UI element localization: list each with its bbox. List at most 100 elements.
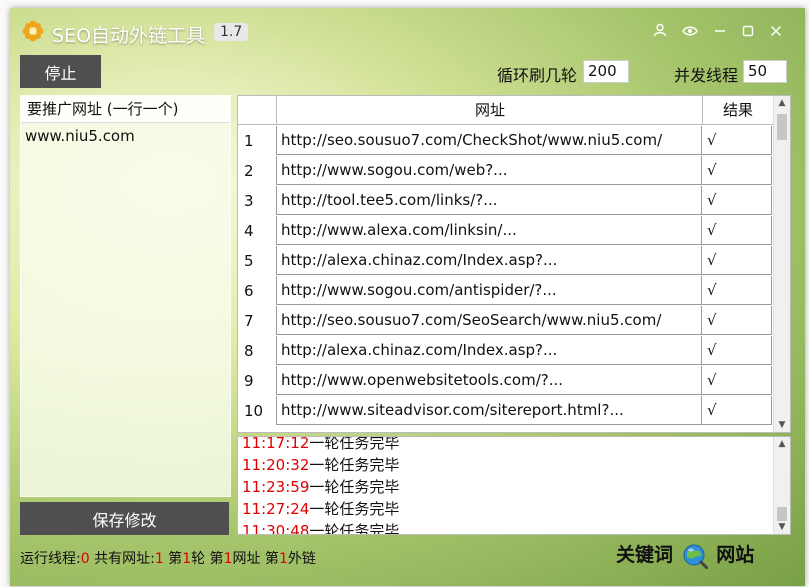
log-line: 11:30:48一轮任务完毕	[242, 520, 400, 535]
table-row[interactable]: 9 http://www.openwebsitetools.com/?... √	[238, 366, 774, 396]
row-result: √	[702, 306, 772, 335]
row-url: http://seo.sousuo7.com/SeoSearch/www.niu…	[276, 306, 702, 335]
url-list-textarea[interactable]: www.niu5.com	[21, 123, 230, 149]
log-message: 一轮任务完毕	[309, 522, 400, 535]
row-url: http://www.sogou.com/web?...	[276, 156, 702, 185]
log-message: 一轮任务完毕	[309, 478, 400, 496]
url-table: 网址 结果 1 http://seo.sousuo7.com/CheckShot…	[237, 95, 791, 433]
globe-icon	[683, 544, 708, 569]
thread-count-input[interactable]: 50	[743, 60, 787, 83]
status-link-value: 1	[278, 551, 288, 567]
loop-count-label: 循环刷几轮	[497, 66, 578, 85]
url-list-header: 要推广网址 (一行一个)	[21, 96, 230, 123]
log-message: 一轮任务完毕	[309, 436, 400, 452]
row-url: http://tool.tee5.com/links/?...	[276, 186, 702, 215]
log-line: 11:23:59一轮任务完毕	[242, 476, 399, 497]
table-row[interactable]: 1 http://seo.sousuo7.com/CheckShot/www.n…	[238, 126, 774, 156]
log-message: 一轮任务完毕	[309, 456, 400, 474]
user-icon[interactable]	[650, 22, 670, 42]
status-bar: 运行线程:0 共有网址:1 第1轮 第1网址 第1外链	[20, 548, 316, 568]
row-result: √	[702, 186, 772, 215]
row-url: http://alexa.chinaz.com/Index.asp?...	[276, 246, 702, 275]
close-icon[interactable]	[766, 22, 786, 42]
title-bar: SEO自动外链工具 1.7	[10, 8, 805, 54]
app-window: SEO自动外链工具 1.7 停止 循环刷几轮 200 并发线程 50 要推广网址…	[10, 8, 805, 586]
log-time: 11:20:32	[242, 456, 310, 474]
table-row[interactable]: 10 http://www.siteadvisor.com/sitereport…	[238, 396, 774, 426]
log-panel: 11:17:12一轮任务完毕 11:20:32一轮任务完毕 11:23:59一轮…	[237, 436, 791, 535]
row-url: http://seo.sousuo7.com/CheckShot/www.niu…	[276, 126, 702, 155]
scroll-up-icon[interactable]: ▲	[774, 96, 790, 110]
row-result: √	[702, 246, 772, 275]
brand-text-right: 网站	[716, 544, 755, 566]
scroll-up-icon[interactable]: ▲	[774, 437, 790, 451]
flower-icon	[22, 20, 44, 42]
table-row[interactable]: 7 http://seo.sousuo7.com/SeoSearch/www.n…	[238, 306, 774, 336]
log-line: 11:17:12一轮任务完毕	[242, 436, 400, 453]
row-number: 8	[244, 342, 254, 360]
scroll-thumb[interactable]	[777, 507, 787, 521]
row-number: 3	[244, 192, 254, 210]
table-row[interactable]: 2 http://www.sogou.com/web?... √	[238, 156, 774, 186]
log-scrollbar[interactable]: ▲ ▼	[773, 437, 790, 534]
table-row[interactable]: 3 http://tool.tee5.com/links/?... √	[238, 186, 774, 216]
row-number: 9	[244, 372, 254, 390]
scroll-down-icon[interactable]: ▼	[774, 520, 790, 534]
row-number: 1	[244, 132, 254, 150]
log-time: 11:27:24	[242, 500, 310, 518]
table-row[interactable]: 8 http://alexa.chinaz.com/Index.asp?... …	[238, 336, 774, 366]
status-url-suffix: 网址	[232, 551, 261, 567]
status-total-label: 共有网址:	[89, 551, 155, 567]
row-url: http://www.openwebsitetools.com/?...	[276, 366, 702, 395]
row-number: 2	[244, 162, 254, 180]
row-number: 10	[244, 402, 264, 420]
table-scrollbar[interactable]: ▲ ▼	[773, 96, 790, 432]
row-result: √	[702, 126, 772, 155]
status-total-value: 1	[154, 551, 164, 567]
row-url: http://www.alexa.com/linksin/...	[276, 216, 702, 245]
minimize-icon[interactable]	[710, 22, 730, 42]
row-result: √	[702, 156, 772, 185]
table-row[interactable]: 6 http://www.sogou.com/antispider/?... √	[238, 276, 774, 306]
status-threads-label: 运行线程:	[20, 551, 81, 567]
log-message: 一轮任务完毕	[309, 500, 400, 518]
row-result: √	[702, 336, 772, 365]
status-link-suffix: 外链	[287, 551, 316, 567]
app-title: SEO自动外链工具	[52, 25, 206, 47]
scroll-down-icon[interactable]: ▼	[774, 418, 790, 432]
stop-button[interactable]: 停止	[20, 55, 101, 88]
brand-text-left: 关键词	[616, 544, 674, 566]
brand-logo: 关键词 网站	[616, 540, 754, 574]
row-number: 5	[244, 252, 254, 270]
status-link-prefix: 第	[260, 551, 279, 567]
row-result: √	[702, 216, 772, 245]
log-time: 11:30:48	[242, 522, 310, 535]
save-button[interactable]: 保存修改	[20, 502, 229, 535]
row-number: 6	[244, 282, 254, 300]
column-header-url: 网址	[276, 96, 703, 124]
status-url-prefix: 第	[205, 551, 224, 567]
maximize-icon[interactable]	[738, 22, 758, 42]
table-row[interactable]: 5 http://alexa.chinaz.com/Index.asp?... …	[238, 246, 774, 276]
row-result: √	[702, 276, 772, 305]
status-threads-value: 0	[80, 551, 90, 567]
loop-count-input[interactable]: 200	[583, 60, 629, 83]
log-time: 11:17:12	[242, 436, 310, 452]
eye-icon[interactable]	[680, 22, 700, 42]
version-badge: 1.7	[214, 23, 249, 41]
log-line: 11:20:32一轮任务完毕	[242, 454, 399, 475]
row-url: http://www.siteadvisor.com/sitereport.ht…	[276, 396, 702, 425]
status-round-value: 1	[182, 551, 192, 567]
thread-count-label: 并发线程	[674, 66, 739, 85]
status-round-prefix: 第	[163, 551, 183, 567]
column-header-result: 结果	[702, 96, 773, 124]
url-list-panel: 要推广网址 (一行一个) www.niu5.com	[20, 95, 231, 497]
row-url: http://alexa.chinaz.com/Index.asp?...	[276, 336, 702, 365]
row-number: 7	[244, 312, 254, 330]
table-header: 网址 结果	[238, 96, 774, 125]
log-line: 11:27:24一轮任务完毕	[242, 498, 399, 519]
table-row[interactable]: 4 http://www.alexa.com/linksin/... √	[238, 216, 774, 246]
scroll-thumb[interactable]	[777, 114, 787, 140]
status-round-suffix: 轮	[191, 551, 206, 567]
log-time: 11:23:59	[242, 478, 310, 496]
